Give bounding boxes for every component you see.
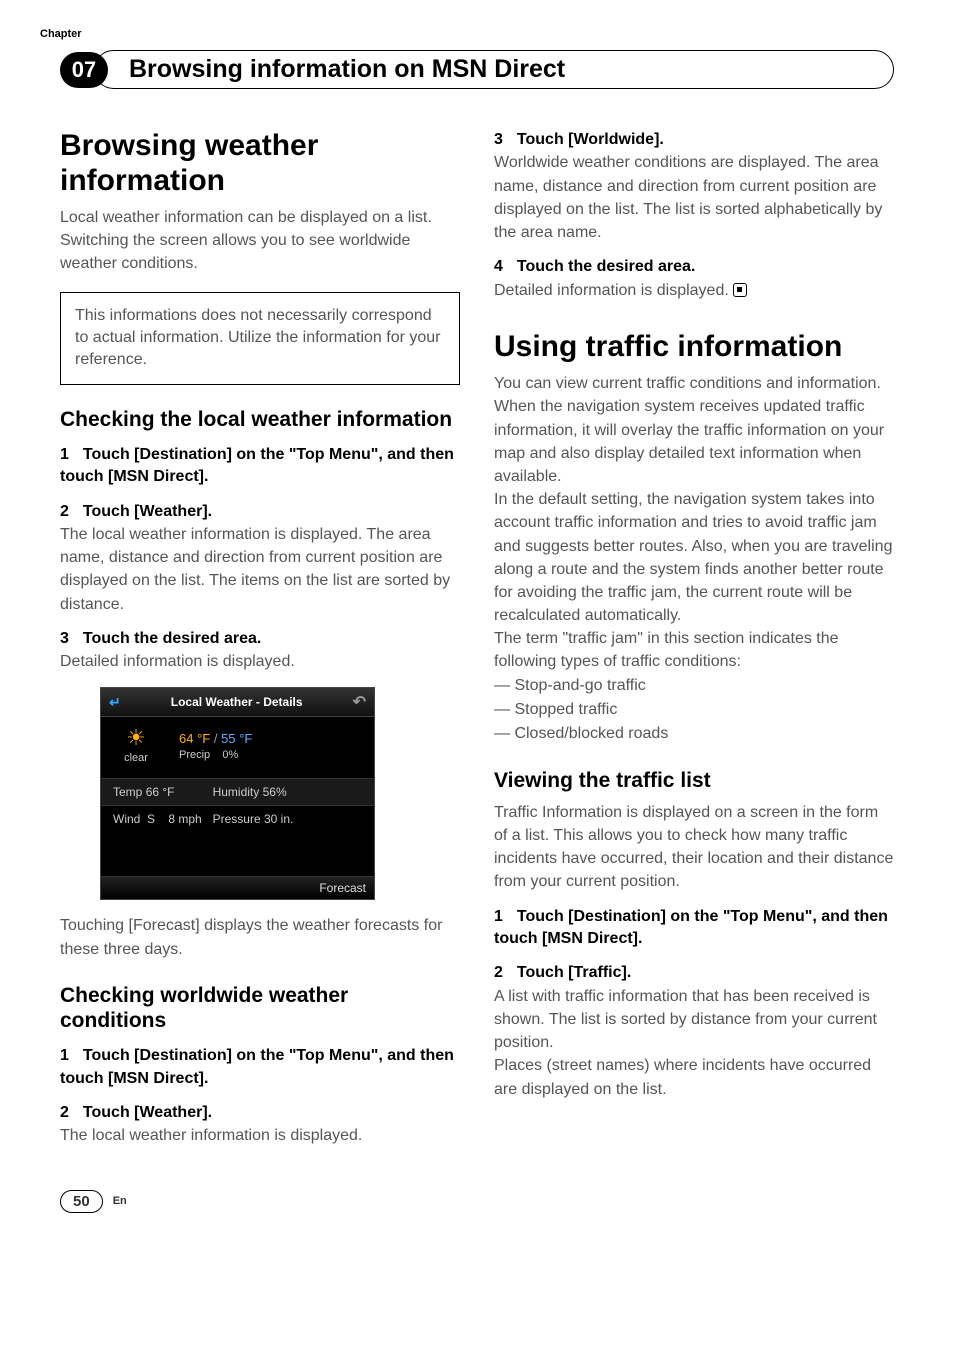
- chapter-title-container: Browsing information on MSN Direct: [94, 50, 894, 89]
- back-icon[interactable]: ↵: [109, 694, 121, 711]
- step-2-traffic-label: Touch [Traffic].: [517, 964, 631, 981]
- step-2-local-label: Touch [Weather].: [83, 503, 212, 520]
- step-4-body-text: Detailed information is displayed.: [494, 282, 729, 299]
- step-4-worldwide-title: 4Touch the desired area.: [494, 256, 894, 278]
- info-note-box: This informations does not necessarily c…: [60, 292, 460, 385]
- temp-separator: /: [214, 731, 221, 746]
- step-4-worldwide-label: Touch the desired area.: [517, 258, 695, 275]
- step-2-worldwide-label: Touch [Weather].: [83, 1104, 212, 1121]
- temp-label: Temp: [113, 785, 142, 799]
- screenshot-spacer: [101, 832, 374, 876]
- forecast-bold: Forecast: [133, 917, 195, 934]
- step-1-traffic-text: Touch [Destination] on the "Top Menu", a…: [494, 908, 888, 947]
- left-column: Browsing weather information Local weath…: [60, 129, 460, 1148]
- subheading-worldwide: Checking worldwide weather conditions: [60, 983, 460, 1033]
- step-2-local-body: The local weather information is display…: [60, 523, 460, 616]
- screenshot-body: ☀ clear 64 °F / 55 °F Precip 0%: [101, 717, 374, 778]
- chapter-header: 07 Browsing information on MSN Direct: [60, 50, 894, 89]
- forecast-note-a: Touching [: [60, 917, 133, 934]
- temp-block: 64 °F / 55 °F Precip 0%: [179, 731, 362, 761]
- step-4-worldwide-body: Detailed information is displayed.: [494, 279, 894, 302]
- step-1-local: 1Touch [Destination] on the "Top Menu", …: [60, 444, 460, 489]
- humidity-value: 56%: [263, 785, 287, 799]
- traffic-intro-b: In the default setting, the navigation s…: [494, 488, 894, 627]
- chapter-label: Chapter: [40, 28, 82, 40]
- screenshot-footer: Forecast: [101, 876, 374, 899]
- traffic-type-2: — Stopped traffic: [494, 698, 894, 722]
- step-2-worldwide-title: 2Touch [Weather].: [60, 1102, 460, 1124]
- right-column: 3Touch [Worldwide]. Worldwide weather co…: [494, 129, 894, 1148]
- wind-dir: S: [147, 812, 155, 826]
- screenshot-row-wind-pressure: Wind S 8 mph Pressure 30 in.: [101, 805, 374, 832]
- step-3-local-body: Detailed information is displayed.: [60, 650, 460, 673]
- pressure-label: Pressure: [213, 812, 261, 826]
- end-section-icon: [733, 283, 747, 297]
- subheading-traffic-list: Viewing the traffic list: [494, 768, 894, 793]
- precip-value: 0%: [222, 749, 238, 761]
- step-1-worldwide-text: Touch [Destination] on the "Top Menu", a…: [60, 1047, 454, 1086]
- step-2-traffic-title: 2Touch [Traffic].: [494, 962, 894, 984]
- sun-icon: ☀: [113, 727, 159, 749]
- wind-label: Wind: [113, 812, 140, 826]
- step-3-worldwide-label: Touch [Worldwide].: [517, 131, 664, 148]
- step-3-worldwide-body: Worldwide weather conditions are display…: [494, 151, 894, 244]
- section-heading-weather: Browsing weather information: [60, 129, 460, 198]
- temp-value: 66 °F: [146, 785, 175, 799]
- screenshot-row-temp-humidity: Temp 66 °F Humidity 56%: [101, 778, 374, 805]
- traffic-type-3: — Closed/blocked roads: [494, 722, 894, 746]
- screenshot-header: ↵ Local Weather - Details ↶: [101, 688, 374, 717]
- step-2-traffic-body-a: A list with traffic information that has…: [494, 985, 894, 1055]
- precip-label: Precip: [179, 749, 210, 761]
- pressure-value: 30 in.: [264, 812, 293, 826]
- step-1-local-text: Touch [Destination] on the "Top Menu", a…: [60, 446, 454, 485]
- forecast-note: Touching [Forecast] displays the weather…: [60, 914, 460, 960]
- forecast-button[interactable]: Forecast: [319, 881, 366, 895]
- step-2-traffic-body-b: Places (street names) where incidents ha…: [494, 1054, 894, 1100]
- low-temp: 55 °F: [221, 731, 252, 746]
- traffic-intro-a: You can view current traffic conditions …: [494, 372, 894, 488]
- condition-label: clear: [113, 752, 159, 764]
- humidity-label: Humidity: [213, 785, 260, 799]
- step-3-worldwide-title: 3Touch [Worldwide].: [494, 129, 894, 151]
- section-heading-traffic: Using traffic information: [494, 330, 894, 365]
- traffic-list-intro: Traffic Information is displayed on a sc…: [494, 801, 894, 894]
- language-label: En: [113, 1195, 127, 1207]
- page-number: 50: [60, 1190, 103, 1213]
- page-footer: 50 En: [60, 1190, 894, 1213]
- step-3-local-label: Touch the desired area.: [83, 630, 261, 647]
- traffic-type-1: — Stop-and-go traffic: [494, 674, 894, 698]
- step-2-worldwide-body: The local weather information is display…: [60, 1124, 460, 1147]
- high-temp: 64 °F: [179, 731, 210, 746]
- step-1-traffic: 1Touch [Destination] on the "Top Menu", …: [494, 906, 894, 951]
- screenshot-title: Local Weather - Details: [171, 695, 303, 709]
- chapter-title: Browsing information on MSN Direct: [129, 55, 565, 83]
- step-2-local-title: 2Touch [Weather].: [60, 501, 460, 523]
- wind-speed: 8 mph: [168, 812, 201, 826]
- weather-details-screenshot: ↵ Local Weather - Details ↶ ☀ clear 64 °…: [100, 687, 375, 900]
- step-1-worldwide: 1Touch [Destination] on the "Top Menu", …: [60, 1045, 460, 1090]
- weather-intro: Local weather information can be display…: [60, 206, 460, 276]
- weather-icon-block: ☀ clear: [113, 727, 159, 764]
- subheading-local-weather: Checking the local weather information: [60, 407, 460, 432]
- return-icon[interactable]: ↶: [353, 692, 366, 712]
- traffic-intro-c: The term "traffic jam" in this section i…: [494, 627, 894, 673]
- step-3-local-title: 3Touch the desired area.: [60, 628, 460, 650]
